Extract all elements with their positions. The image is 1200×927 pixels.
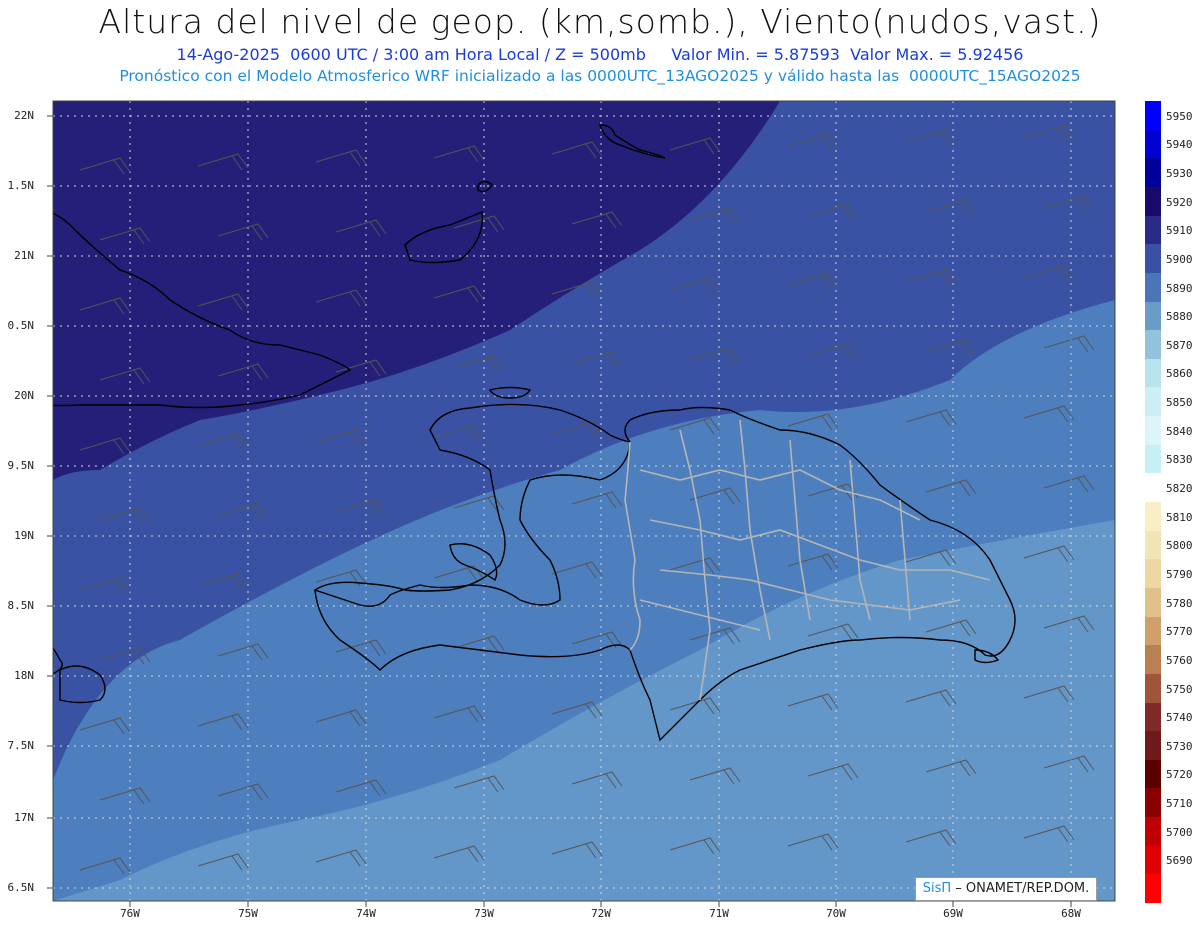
latitude-label: 9.5N (7, 459, 35, 472)
colorbar-level-label: 5800 (1166, 539, 1193, 553)
colorbar-swatch (1145, 330, 1161, 360)
map-canvas (47, 100, 1116, 907)
latitude-label: 1.5N (7, 179, 35, 192)
colorbar-level-label: 5930 (1166, 166, 1193, 180)
latitude-label: 6.5N (7, 881, 35, 894)
longitude-label: 74W (356, 907, 376, 920)
colorbar-swatch (1145, 244, 1161, 274)
colorbar-swatch (1145, 502, 1161, 532)
latitude-label: 8.5N (7, 599, 35, 612)
colorbar-level-label: 5870 (1166, 338, 1193, 352)
colorbar-swatch (1145, 129, 1161, 159)
colorbar-swatch (1145, 702, 1161, 732)
latitude-label: 18N (14, 669, 34, 682)
colorbar-level-label: 5940 (1166, 138, 1193, 152)
longitude-label: 76W (120, 907, 140, 920)
colorbar-level-label: 5890 (1166, 281, 1193, 295)
colorbar-level-label: 5770 (1166, 625, 1193, 639)
latitude-label: 17N (14, 811, 34, 824)
colorbar-swatch (1145, 101, 1161, 131)
colorbar-level-label: 5950 (1166, 109, 1193, 123)
longitude-label: 72W (591, 907, 611, 920)
colorbar-swatch (1145, 444, 1161, 474)
colorbar-level-label: 5730 (1166, 739, 1193, 753)
colorbar-swatch (1145, 158, 1161, 188)
colorbar-level-label: 5830 (1166, 453, 1193, 467)
colorbar-swatch (1145, 587, 1161, 618)
colorbar-swatch (1145, 186, 1161, 217)
colorbar-swatch (1145, 731, 1161, 761)
colorbar-level-label: 5810 (1166, 510, 1193, 524)
colorbar-swatch (1145, 473, 1161, 503)
colorbar-swatch (1145, 645, 1161, 675)
colorbar-swatch (1145, 673, 1161, 703)
colorbar-swatch (1145, 845, 1161, 875)
colorbar-level-label: 5880 (1166, 310, 1193, 324)
latitude-label: 21N (14, 249, 34, 262)
colorbar-level-label: 5840 (1166, 424, 1193, 438)
colorbar-swatch (1145, 874, 1161, 904)
colorbar-swatch (1145, 817, 1161, 847)
latitude-label: 20N (14, 389, 34, 402)
colorbar-level-label: 5710 (1166, 797, 1193, 811)
colorbar-swatch (1145, 215, 1161, 245)
colorbar-level-label: 5900 (1166, 252, 1193, 266)
colorbar-level-label: 5690 (1166, 854, 1193, 868)
longitude-label: 70W (826, 907, 846, 920)
colorbar-level-label: 5750 (1166, 682, 1193, 696)
sisp-logo-text: SisΠ (922, 881, 952, 896)
latitude-label: 22N (14, 109, 34, 122)
colorbar-level-label: 5760 (1166, 653, 1193, 667)
colorbar-level-label: 5700 (1166, 825, 1193, 839)
colorbar-swatch (1145, 387, 1161, 417)
credit-box: SisΠ – ONAMET/REP.DOM. (915, 877, 1097, 901)
latitude-label: 7.5N (7, 739, 35, 752)
colorbar-swatch (1145, 301, 1161, 331)
colorbar (1145, 101, 1161, 904)
colorbar-level-label: 5740 (1166, 711, 1193, 725)
colorbar-swatch (1145, 788, 1161, 818)
geopotential-shading (53, 101, 1115, 901)
latitude-label: 0.5N (7, 319, 35, 332)
longitude-label: 69W (943, 907, 963, 920)
colorbar-swatch (1145, 530, 1161, 560)
credit-text: – ONAMET/REP.DOM. (951, 881, 1090, 896)
longitude-label: 71W (709, 907, 729, 920)
colorbar-level-label: 5860 (1166, 367, 1193, 381)
colorbar-swatch (1145, 272, 1161, 302)
latitude-label: 19N (14, 529, 34, 542)
colorbar-swatch (1145, 759, 1161, 789)
longitude-label: 75W (238, 907, 258, 920)
colorbar-level-label: 5850 (1166, 396, 1193, 410)
colorbar-swatch (1145, 616, 1161, 646)
colorbar-level-label: 5920 (1166, 195, 1193, 209)
colorbar-level-label: 5720 (1166, 768, 1193, 782)
colorbar-swatch (1145, 416, 1161, 446)
colorbar-level-label: 5790 (1166, 567, 1193, 581)
colorbar-swatch (1145, 559, 1161, 589)
colorbar-level-label: 5910 (1166, 224, 1193, 238)
longitude-label: 73W (474, 907, 494, 920)
colorbar-level-label: 5820 (1166, 482, 1193, 495)
colorbar-level-label: 5780 (1166, 596, 1193, 610)
longitude-label: 68W (1061, 907, 1081, 920)
colorbar-swatch (1145, 358, 1161, 388)
